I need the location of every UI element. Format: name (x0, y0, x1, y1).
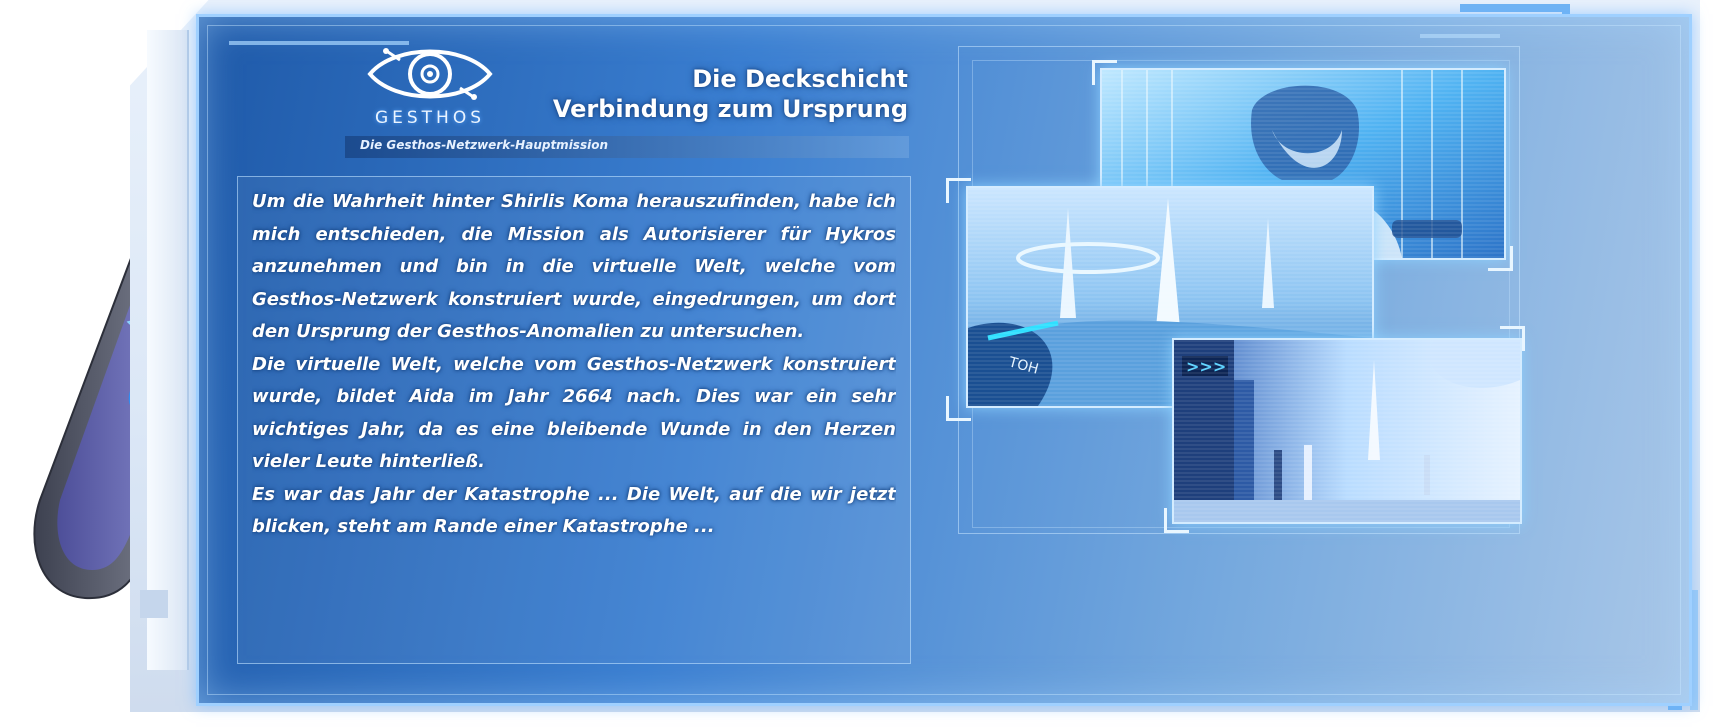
bracket-p2-tl (946, 178, 971, 203)
device-side-bar (147, 30, 189, 670)
bracket-p2-bl (946, 396, 971, 421)
mission-card: GESTHOS Die Deckschicht Verbindung zum U… (0, 0, 1736, 728)
collage-bar-top (1420, 34, 1500, 38)
paragraph-2: Die virtuelle Welt, welche vom Gesthos-N… (252, 353, 896, 473)
title-line-2: Verbindung zum Ursprung (552, 95, 908, 123)
bracket-p1-tl (1092, 60, 1117, 85)
mission-subtitle: Die Gesthos-Netzwerk-Hauptmission (360, 138, 608, 152)
mission-title: Die Deckschicht Verbindung zum Ursprung (470, 64, 908, 124)
arrow-sign: >>> (1186, 357, 1226, 376)
mission-description: Um die Wahrheit hinter Shirlis Koma hera… (252, 186, 896, 646)
paragraph-3: Es war das Jahr der Katastrophe ... Die … (252, 483, 896, 538)
bracket-p3-tr (1500, 326, 1525, 351)
accent-top-right (1460, 4, 1570, 12)
bracket-p1-br (1488, 246, 1513, 271)
title-line-1: Die Deckschicht (692, 65, 908, 93)
paragraph-1: Um die Wahrheit hinter Shirlis Koma hera… (252, 191, 896, 342)
device-notch (140, 590, 168, 618)
bracket-p3-bl (1164, 508, 1189, 533)
image-panel-street: >>> (1172, 338, 1522, 524)
